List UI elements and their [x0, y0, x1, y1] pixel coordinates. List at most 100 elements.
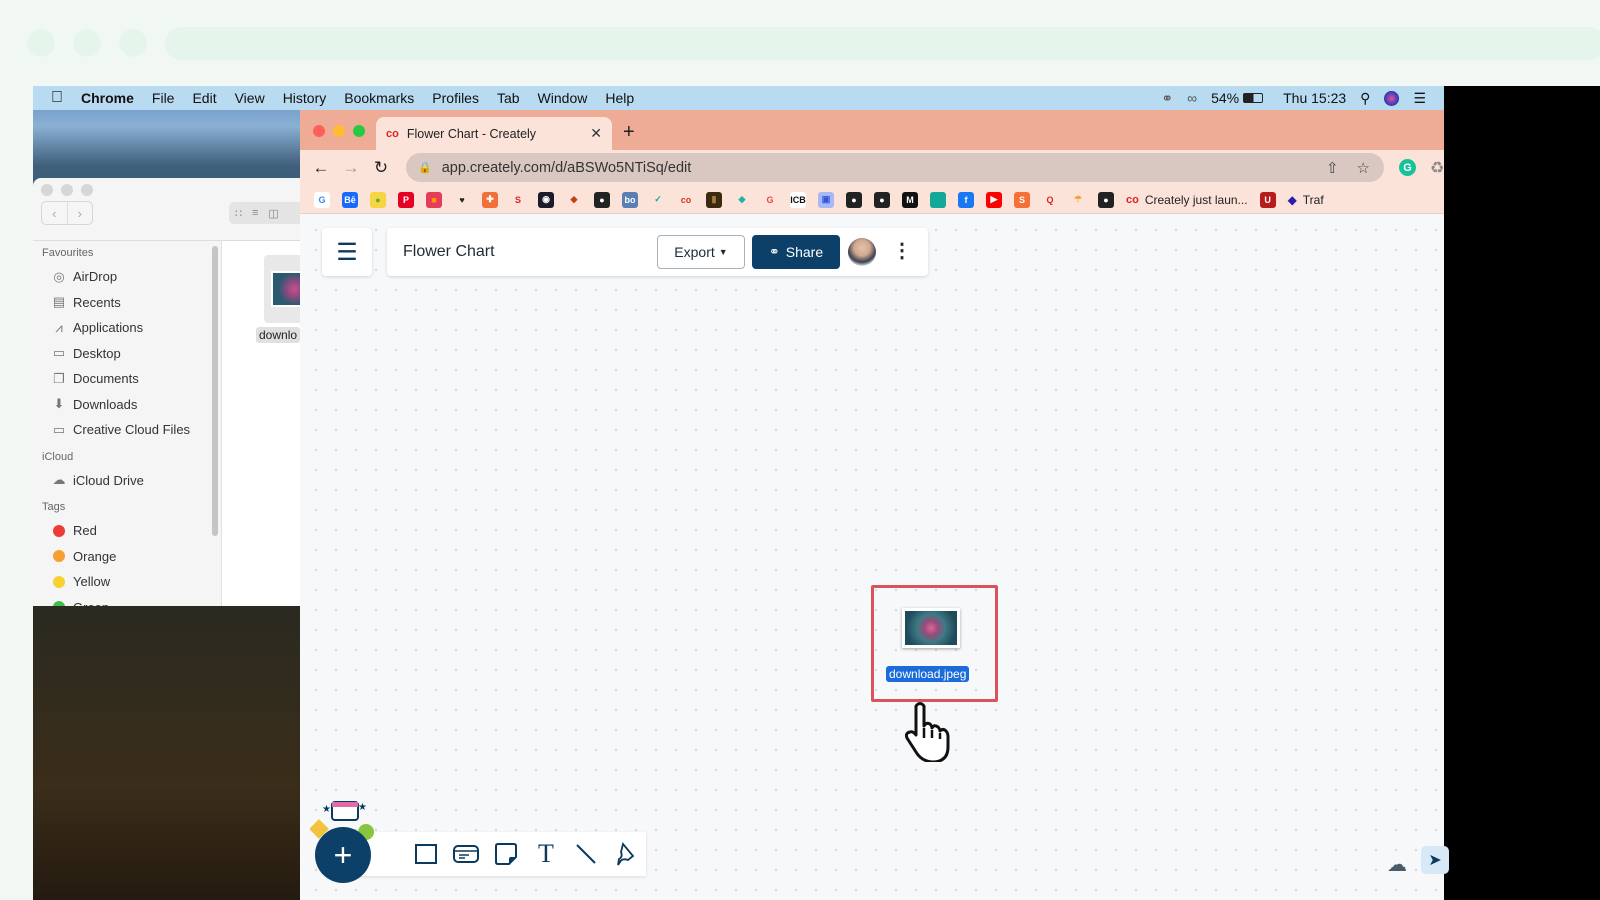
bookmark-icon[interactable]: ♥ — [454, 192, 470, 208]
new-tab-button[interactable]: + — [623, 121, 635, 144]
rectangle-tool-icon[interactable] — [406, 844, 446, 864]
bookmark-icon[interactable]: ● — [370, 191, 386, 208]
bookmark-icon[interactable]: ● — [594, 191, 610, 208]
column-view-icon[interactable]: ◫ — [268, 207, 278, 220]
menu-tab[interactable]: Tab — [497, 90, 520, 106]
bookmark-icon[interactable]: P — [398, 191, 414, 208]
sidebar-item-desktop[interactable]: ▭ Desktop — [33, 341, 221, 367]
sidebar-item-creative-cloud-files[interactable]: ▭ Creative Cloud Files — [33, 417, 221, 443]
cloud-saved-icon[interactable]: ☁ — [1387, 852, 1407, 877]
battery-icon[interactable] — [1243, 93, 1264, 103]
bookmark-icon[interactable]: ICB — [790, 191, 806, 208]
control-center-icon[interactable]: ☰ — [1413, 90, 1426, 107]
spotlight-search-icon[interactable]: ⚲ — [1360, 90, 1370, 107]
card-tool-icon[interactable] — [446, 844, 486, 864]
menu-edit[interactable]: Edit — [192, 90, 216, 106]
creately-canvas[interactable]: ☰ Flower Chart Export ▼ ⚭ Share ⋮ downlo… — [300, 214, 1449, 900]
document-title[interactable]: Flower Chart — [403, 243, 495, 261]
bookmark-icon[interactable]: ● — [1098, 191, 1114, 208]
bookmark-icon[interactable]: M — [902, 191, 918, 208]
menu-profiles[interactable]: Profiles — [432, 90, 479, 106]
bookmark-icon[interactable]: ◆ — [734, 192, 750, 208]
menu-window[interactable]: Window — [538, 90, 588, 106]
sidebar-item-icloud-drive[interactable]: ☁ iCloud Drive — [33, 468, 221, 494]
selected-image-shape[interactable]: download.jpeg — [871, 585, 998, 702]
bookmark-star-icon[interactable]: ☆ — [1357, 159, 1370, 177]
bookmark-icon[interactable]: bo — [622, 191, 638, 208]
finder-file-thumbnail[interactable] — [264, 255, 300, 323]
icon-view-icon[interactable]: ∷ — [235, 207, 242, 220]
sidebar-tag-orange[interactable]: Orange — [33, 544, 221, 570]
close-tab-icon[interactable]: ✕ — [590, 125, 602, 142]
bookmark-icon[interactable]: S — [1014, 191, 1030, 208]
tab-flower-chart[interactable]: co Flower Chart - Creately ✕ — [376, 117, 612, 150]
back-arrow-icon[interactable]: ← — [306, 158, 336, 178]
finder-sidebar-scrollbar[interactable] — [212, 246, 218, 536]
recycle-extension-icon[interactable]: ♻ — [1430, 158, 1444, 178]
text-tool-icon[interactable]: T — [526, 839, 566, 869]
bookmark-icon[interactable]: G — [762, 192, 778, 208]
bookmark-icon[interactable]: ✓ — [650, 192, 666, 208]
bookmark-icon[interactable]: ▮ — [706, 191, 722, 208]
window-close-button[interactable] — [313, 125, 325, 137]
bookmark-icon[interactable]: ▣ — [818, 191, 834, 208]
back-icon[interactable]: ‹ — [42, 202, 67, 224]
forward-arrow-icon[interactable]: → — [336, 158, 366, 178]
apple-icon[interactable]:  — [51, 89, 63, 107]
window-minimize-button[interactable] — [333, 125, 345, 137]
bookmark-icon[interactable]: S — [510, 192, 526, 208]
bookmark-icon[interactable]: ◉ — [538, 191, 554, 208]
address-bar[interactable]: 🔒 app.creately.com/d/aBSWo5NTiSq/edit ⇧ … — [406, 153, 1384, 182]
menu-bookmarks[interactable]: Bookmarks — [344, 90, 414, 106]
sidebar-item-recents[interactable]: ▤ Recents — [33, 290, 221, 316]
share-button[interactable]: ⚭ Share — [752, 235, 840, 269]
bookmark-icon[interactable]: ✚ — [482, 191, 498, 208]
bookmark-icon[interactable]: ■ — [426, 191, 442, 208]
sidebar-tag-green[interactable]: Green — [33, 595, 221, 606]
more-options-icon[interactable]: ⋮ — [892, 238, 912, 263]
sidebar-item-airdrop[interactable]: ◎ AirDrop — [33, 264, 221, 290]
sidebar-item-documents[interactable]: ❐ Documents — [33, 366, 221, 392]
bookmark-icon[interactable] — [930, 191, 946, 208]
sidebar-tag-red[interactable]: Red — [33, 518, 221, 544]
line-tool-icon[interactable] — [566, 843, 606, 865]
clock[interactable]: Thu 15:23 — [1283, 90, 1346, 106]
bookmark-icon[interactable]: ● — [874, 191, 890, 208]
reload-icon[interactable]: ↻ — [366, 158, 396, 178]
menu-help[interactable]: Help — [605, 90, 634, 106]
hamburger-menu-icon[interactable]: ☰ — [322, 228, 372, 276]
window-zoom-button[interactable] — [353, 125, 365, 137]
menu-history[interactable]: History — [283, 90, 327, 106]
bookmark-creately[interactable]: co Creately just laun... — [1126, 193, 1248, 207]
bookmark-icon[interactable]: G — [314, 191, 330, 208]
siri-icon[interactable] — [1384, 90, 1400, 106]
bookmark-icon[interactable]: ☂ — [1070, 192, 1086, 208]
list-view-icon[interactable]: ≡ — [252, 207, 258, 219]
grammarly-extension-icon[interactable]: G — [1399, 159, 1416, 176]
finder-zoom-button[interactable] — [81, 184, 93, 196]
sidebar-tag-yellow[interactable]: Yellow — [33, 569, 221, 595]
creative-cloud-icon[interactable]: ⚭ — [1161, 90, 1173, 107]
forward-icon[interactable]: › — [66, 202, 93, 224]
bookmark-icon[interactable]: Q — [1042, 192, 1058, 208]
pen-tool-icon[interactable] — [606, 842, 646, 866]
sticky-note-tool-icon[interactable] — [486, 843, 526, 865]
bookmark-icon[interactable]: ▶ — [986, 191, 1002, 208]
sidebar-item-downloads[interactable]: ⬇ Downloads — [33, 392, 221, 418]
bookmark-icon[interactable]: ◆ — [566, 192, 582, 208]
bookmark-icon[interactable]: ● — [846, 191, 862, 208]
sync-icon[interactable]: ∞ — [1187, 90, 1197, 106]
user-avatar[interactable] — [848, 238, 876, 266]
add-shape-button[interactable]: + — [315, 827, 371, 883]
bookmark-icon[interactable]: co — [678, 192, 694, 208]
sidebar-item-applications[interactable]: ⩘ Applications — [33, 315, 221, 341]
finder-file-name[interactable]: downlo — [256, 327, 300, 343]
select-pointer-icon[interactable]: ➤ — [1421, 846, 1449, 874]
export-button[interactable]: Export ▼ — [657, 235, 745, 269]
finder-close-button[interactable] — [41, 184, 53, 196]
bookmark-traf[interactable]: ◆ Traf — [1288, 193, 1324, 207]
bookmark-icon[interactable]: U — [1259, 191, 1276, 208]
finder-minimize-button[interactable] — [61, 184, 73, 196]
bookmark-icon[interactable]: f — [958, 191, 974, 208]
menu-view[interactable]: View — [235, 90, 265, 106]
